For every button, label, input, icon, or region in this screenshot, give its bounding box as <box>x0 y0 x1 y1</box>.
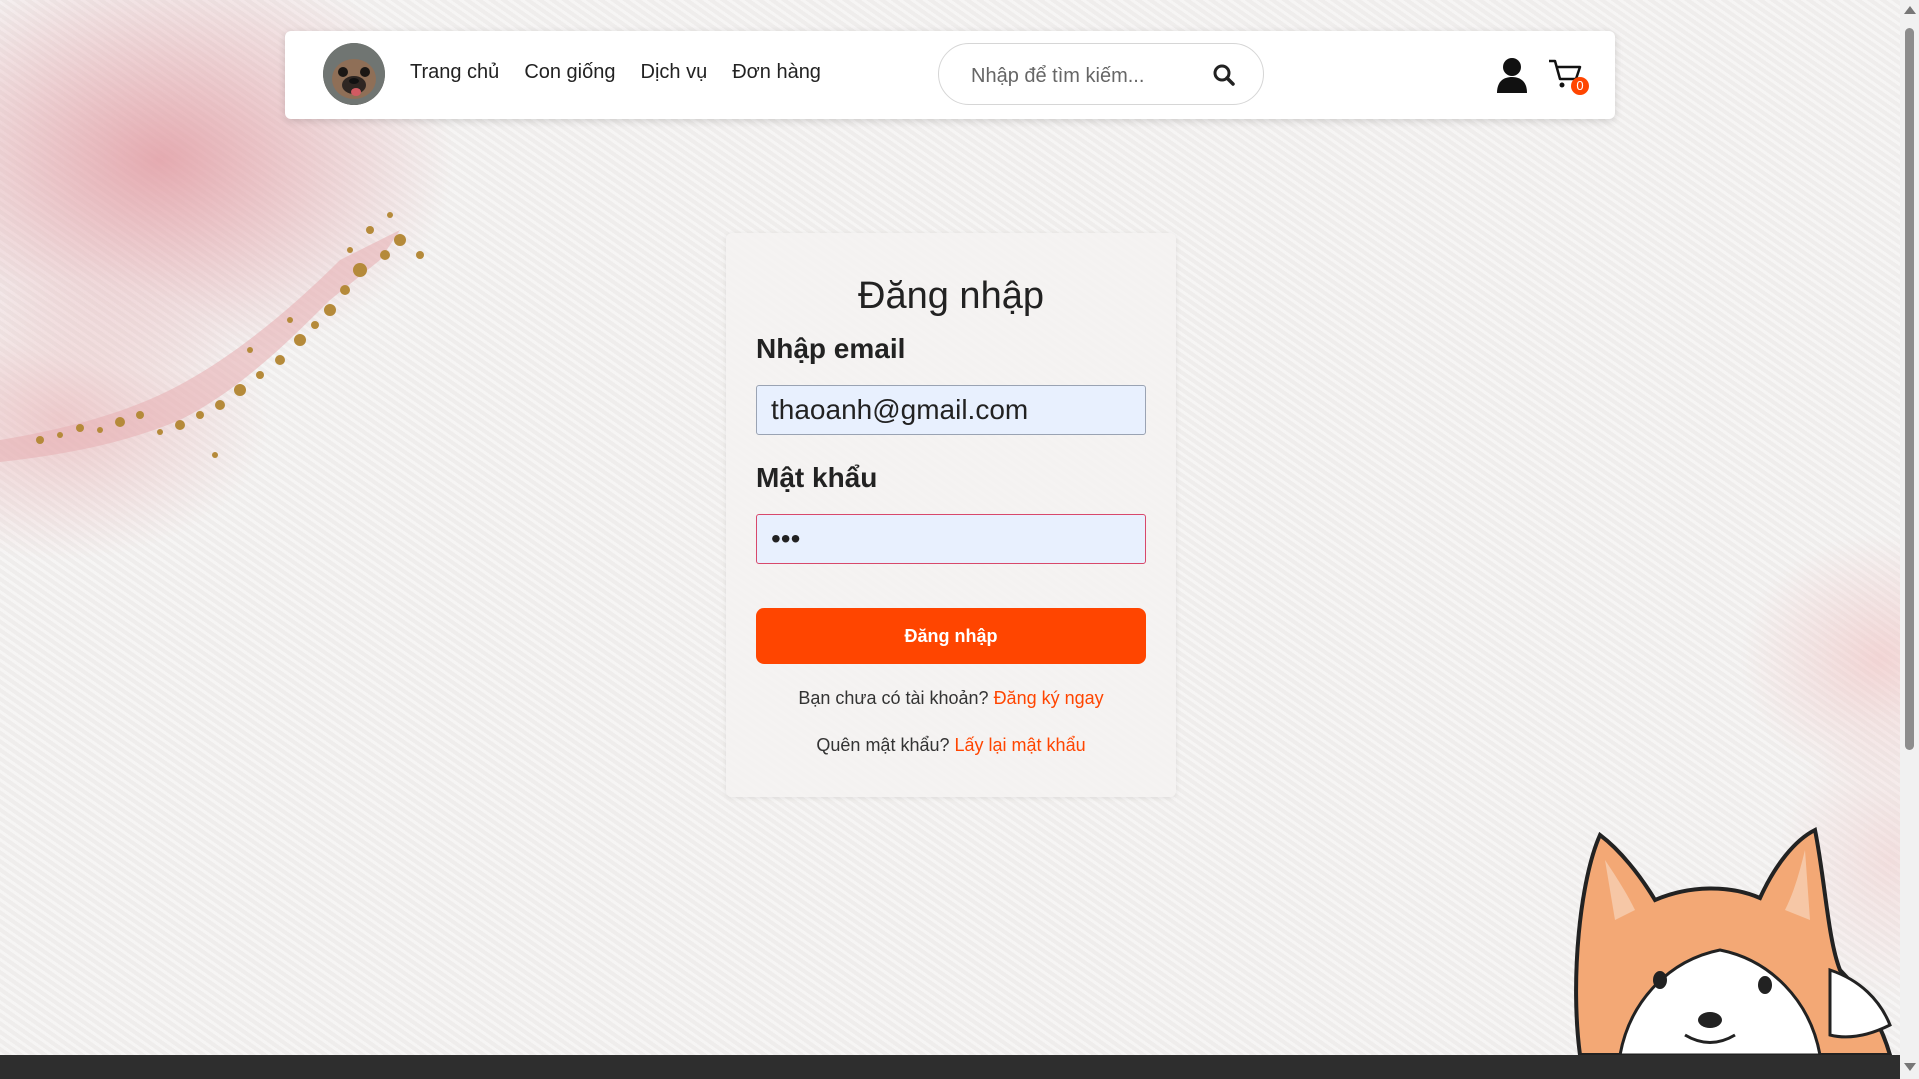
search-icon[interactable] <box>1213 64 1235 86</box>
register-link[interactable]: Đăng ký ngay <box>994 688 1104 708</box>
nav-link-home[interactable]: Trang chủ <box>410 61 499 84</box>
login-card: Đăng nhập Nhập email Mật khẩu Đăng nhập … <box>726 233 1176 797</box>
register-line: Bạn chưa có tài khoản? Đăng ký ngay <box>726 688 1176 709</box>
scroll-up-icon[interactable] <box>1904 6 1916 14</box>
search-input[interactable] <box>969 62 1193 90</box>
nav-link-orders[interactable]: Đơn hàng <box>732 61 821 84</box>
email-field[interactable] <box>756 385 1146 435</box>
password-label: Mật khẩu <box>756 462 878 493</box>
email-label: Nhập email <box>756 333 906 364</box>
recover-password-link[interactable]: Lấy lại mật khẩu <box>955 735 1086 755</box>
password-field[interactable] <box>756 514 1146 564</box>
forgot-line: Quên mật khẩu? Lấy lại mật khẩu <box>726 735 1176 756</box>
gold-leaf-decoration <box>0 212 424 462</box>
scrollbar-thumb[interactable] <box>1905 28 1914 750</box>
scroll-down-icon[interactable] <box>1904 1063 1916 1071</box>
nav-link-services[interactable]: Dịch vụ <box>641 61 708 84</box>
login-button[interactable]: Đăng nhập <box>756 608 1146 664</box>
scrollbar[interactable] <box>1900 0 1919 1079</box>
login-title: Đăng nhập <box>858 275 1044 317</box>
nav-link-breeds[interactable]: Con giống <box>524 61 615 84</box>
cart-count-badge: 0 <box>1571 77 1589 95</box>
cart-button[interactable]: 0 <box>1547 57 1589 95</box>
footer-bar <box>0 1055 1900 1079</box>
no-account-text: Bạn chưa có tài khoản? <box>798 688 989 708</box>
navbar: Trang chủ Con giống Dịch vụ Đơn hàng 0 <box>285 31 1615 119</box>
corgi-illustration <box>1574 827 1893 1055</box>
logo-avatar[interactable] <box>323 43 385 105</box>
nav-links: Trang chủ Con giống Dịch vụ Đơn hàng <box>410 61 821 84</box>
user-icon[interactable] <box>1495 57 1529 93</box>
search-box <box>938 43 1264 105</box>
forgot-text: Quên mật khẩu? <box>816 735 950 755</box>
